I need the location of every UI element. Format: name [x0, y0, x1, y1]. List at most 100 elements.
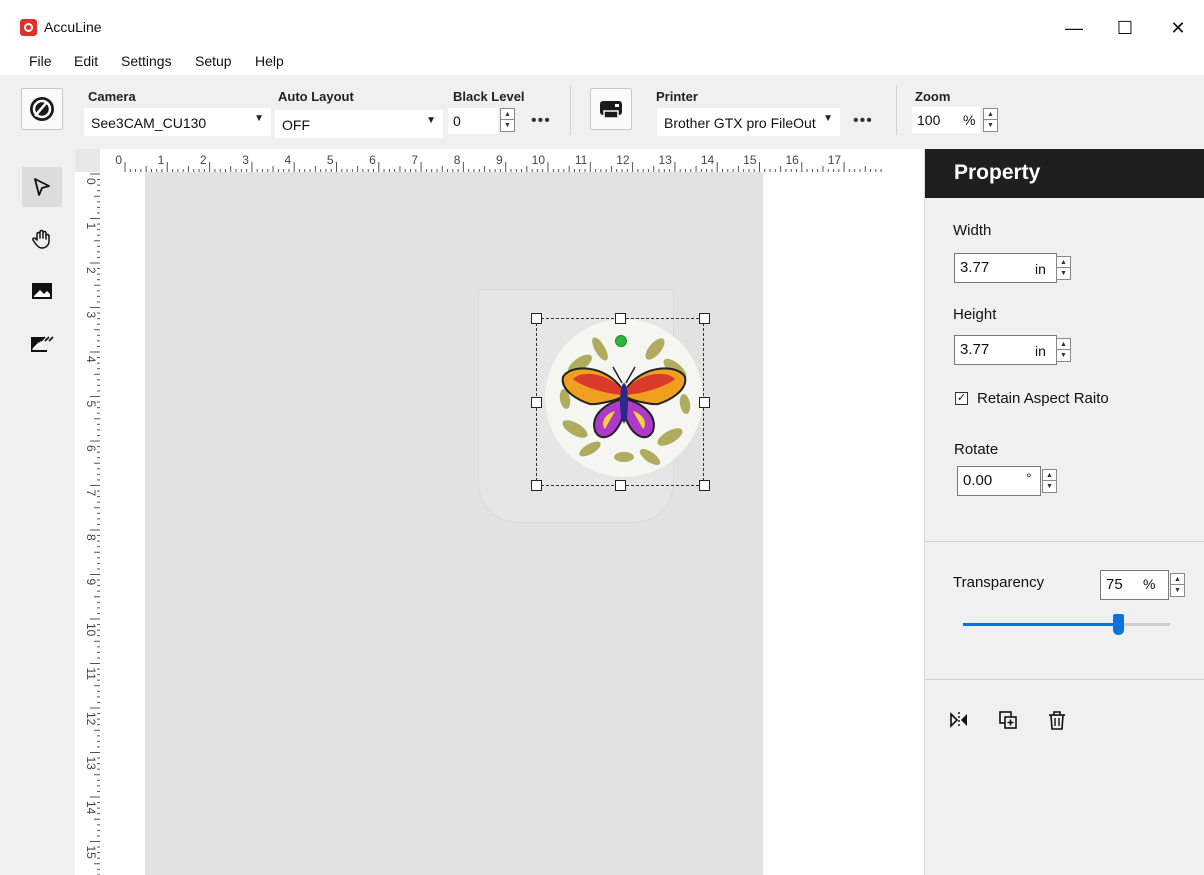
- ruler-label: 7: [84, 490, 98, 497]
- resize-handle-bottom[interactable]: [615, 480, 626, 491]
- camera-capture-button[interactable]: [21, 88, 63, 130]
- app-logo-icon: [20, 19, 37, 36]
- height-label: Height: [953, 306, 997, 323]
- printer-select[interactable]: Brother GTX pro FileOut ▼: [657, 108, 840, 136]
- camera-value: See3CAM_CU130: [91, 115, 207, 131]
- remove-background-tool-button[interactable]: [22, 323, 62, 363]
- width-spinner[interactable]: ▲ ▼: [1056, 256, 1071, 280]
- height-spinner[interactable]: ▲ ▼: [1056, 338, 1071, 362]
- black-level-input[interactable]: 0: [448, 108, 498, 134]
- menu-file[interactable]: File: [29, 53, 52, 69]
- resize-handle-bottom-right[interactable]: [699, 480, 710, 491]
- camera-select[interactable]: See3CAM_CU130 ▼: [84, 108, 271, 136]
- spin-down-icon[interactable]: ▼: [1057, 268, 1070, 279]
- chevron-down-icon: ▼: [426, 115, 436, 126]
- ruler-label: 12: [616, 153, 630, 167]
- duplicate-button[interactable]: [996, 708, 1020, 732]
- spin-up-icon[interactable]: ▲: [1057, 257, 1070, 268]
- zoom-input[interactable]: 100 %: [912, 107, 980, 133]
- camera-label: Camera: [88, 89, 136, 104]
- black-level-value: 0: [453, 113, 461, 129]
- spin-down-icon[interactable]: ▼: [984, 120, 997, 131]
- spin-up-icon[interactable]: ▲: [984, 109, 997, 120]
- menu-help[interactable]: Help: [255, 53, 284, 69]
- transparency-unit: %: [1143, 576, 1156, 592]
- flip-horizontal-button[interactable]: [947, 708, 971, 732]
- rotate-handle[interactable]: [615, 335, 627, 347]
- black-level-spinner[interactable]: ▲ ▼: [500, 108, 515, 132]
- width-unit: in: [1035, 261, 1046, 277]
- property-panel-title: Property: [925, 149, 1204, 198]
- spin-up-icon[interactable]: ▲: [1057, 339, 1070, 350]
- width-input[interactable]: 3.77 in: [954, 253, 1057, 283]
- ruler-label: 2: [84, 267, 98, 274]
- zoom-spinner[interactable]: ▲ ▼: [983, 108, 998, 132]
- zoom-label: Zoom: [915, 89, 951, 104]
- tool-strip: [0, 149, 75, 875]
- ruler-label: 4: [84, 356, 98, 363]
- print-canvas[interactable]: [100, 172, 924, 875]
- transparency-input[interactable]: 75 %: [1100, 570, 1169, 600]
- ruler-label: 3: [84, 312, 98, 319]
- rotate-unit: °: [1026, 470, 1032, 486]
- title-bar: AccuLine — ☐ ✕: [0, 0, 1204, 49]
- spin-down-icon[interactable]: ▼: [1043, 481, 1056, 492]
- ruler-label: 0: [115, 153, 122, 167]
- maximize-button[interactable]: ☐: [1110, 15, 1140, 41]
- ruler-corner: [75, 149, 100, 172]
- printer-label: Printer: [656, 89, 698, 104]
- delete-button[interactable]: [1045, 708, 1069, 732]
- resize-handle-bottom-left[interactable]: [531, 480, 542, 491]
- transparency-slider-thumb[interactable]: [1113, 614, 1125, 635]
- menu-edit[interactable]: Edit: [74, 53, 98, 69]
- minimize-button[interactable]: —: [1059, 15, 1089, 41]
- resize-handle-top-left[interactable]: [531, 313, 542, 324]
- vertical-ruler-ticks: 0123456789101112131415: [84, 173, 100, 875]
- horizontal-ruler-ticks: 0 1 2 3 4 5 6 7 8 9 10 11 12 13 14 15 16 17: [115, 153, 882, 172]
- spin-down-icon[interactable]: ▼: [1057, 350, 1070, 361]
- property-panel: Property Width 3.77 in ▲ ▼ Height 3.77 i…: [924, 149, 1204, 875]
- height-unit: in: [1035, 343, 1046, 359]
- ruler-label: 15: [743, 153, 757, 167]
- select-tool-button[interactable]: [22, 167, 62, 207]
- close-button[interactable]: ✕: [1163, 15, 1193, 41]
- print-button[interactable]: [590, 88, 632, 130]
- ruler-label: 1: [84, 223, 98, 230]
- spin-down-icon[interactable]: ▼: [1171, 585, 1184, 596]
- toolbar-divider: [570, 85, 571, 135]
- rotate-input[interactable]: 0.00 °: [957, 466, 1041, 496]
- retain-aspect-checkbox[interactable]: ✓: [955, 392, 968, 405]
- transparency-spinner[interactable]: ▲ ▼: [1170, 573, 1185, 597]
- image-tool-button[interactable]: [22, 271, 62, 311]
- menu-setup[interactable]: Setup: [195, 53, 232, 69]
- ruler-label: 9: [84, 579, 98, 586]
- rotate-spinner[interactable]: ▲ ▼: [1042, 469, 1057, 493]
- retain-aspect-label[interactable]: Retain Aspect Raito: [977, 390, 1109, 407]
- auto-layout-label: Auto Layout: [278, 89, 354, 104]
- image-icon: [32, 283, 52, 299]
- resize-handle-top[interactable]: [615, 313, 626, 324]
- spin-up-icon[interactable]: ▲: [501, 109, 514, 120]
- printer-more-button[interactable]: •••: [853, 112, 873, 130]
- resize-handle-left[interactable]: [531, 397, 542, 408]
- auto-layout-select[interactable]: OFF ▼: [275, 110, 443, 138]
- image-remove-icon: [31, 336, 54, 352]
- transparency-value: 75: [1106, 576, 1123, 593]
- black-level-more-button[interactable]: •••: [531, 112, 551, 130]
- auto-layout-value: OFF: [282, 117, 310, 133]
- spin-up-icon[interactable]: ▲: [1171, 574, 1184, 585]
- ruler-label: 11: [575, 153, 588, 167]
- spin-up-icon[interactable]: ▲: [1043, 470, 1056, 481]
- menu-settings[interactable]: Settings: [121, 53, 172, 69]
- spin-down-icon[interactable]: ▼: [501, 120, 514, 131]
- pan-tool-button[interactable]: [22, 219, 62, 259]
- ruler-label: 14: [84, 801, 98, 815]
- ruler-label: 6: [369, 153, 376, 167]
- height-input[interactable]: 3.77 in: [954, 335, 1057, 365]
- camera-lens-icon: [30, 97, 54, 121]
- ruler-label: 13: [659, 153, 673, 167]
- resize-handle-top-right[interactable]: [699, 313, 710, 324]
- resize-handle-right[interactable]: [699, 397, 710, 408]
- ruler-label: 3: [242, 153, 249, 167]
- ruler-label: 15: [84, 846, 98, 860]
